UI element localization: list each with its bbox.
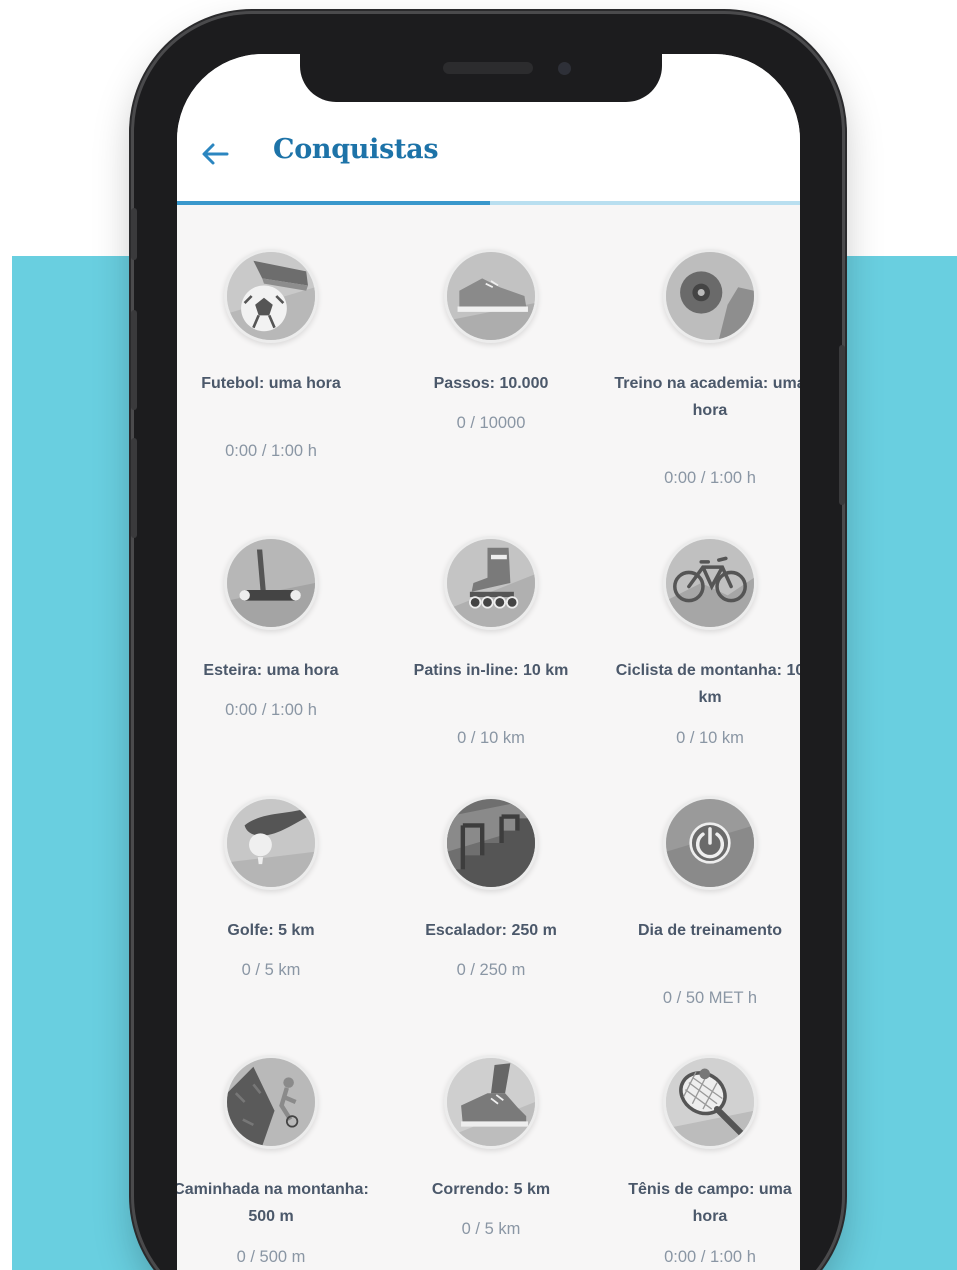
- stairs-icon: [447, 799, 535, 887]
- phone-camera: [558, 62, 571, 75]
- golf-icon: [227, 799, 315, 887]
- achievement-name: Caminhada na montanha: 500 m: [177, 1181, 369, 1225]
- achievement-name: Treino na academia: uma hora: [614, 375, 800, 419]
- badge: [663, 796, 757, 890]
- treadmill-icon: [227, 539, 315, 627]
- gym-weight-icon: [666, 252, 754, 340]
- achievement-name: Golfe: 5 km: [227, 922, 315, 939]
- achievement-progress: 0 / 10000: [456, 414, 526, 432]
- tab-indicator: [177, 201, 490, 205]
- badge: [444, 796, 538, 890]
- badge: [663, 536, 757, 630]
- volume-down-button: [131, 438, 137, 538]
- achievement-name: Passos: 10.000: [433, 375, 549, 392]
- achievement-progress: 0 / 5 km: [241, 961, 301, 979]
- achievement-progress: 0:00 / 1:00 h: [664, 469, 756, 487]
- achievement-progress: 0 / 10 km: [457, 729, 525, 747]
- badge: [663, 1055, 757, 1149]
- achievement-progress: 0:00 / 1:00 h: [664, 1248, 756, 1266]
- back-button[interactable]: [197, 134, 233, 174]
- achievement-name: Tênis de campo: uma hora: [628, 1181, 792, 1225]
- badge: [444, 1055, 538, 1149]
- mute-switch: [131, 208, 137, 260]
- power-button: [839, 345, 845, 505]
- achievement-name: Futebol: uma hora: [201, 375, 341, 392]
- achievement-progress: 0 / 500 m: [236, 1248, 306, 1266]
- inline-skate-icon: [447, 539, 535, 627]
- soccer-icon: [227, 252, 315, 340]
- sneaker-icon: [447, 252, 535, 340]
- achievement-name: Dia de treinamento: [637, 922, 783, 939]
- volume-up-button: [131, 310, 137, 410]
- badge: [224, 1055, 318, 1149]
- achievement-progress: 0 / 50 MET h: [662, 989, 758, 1007]
- badge: [663, 249, 757, 343]
- badge: [224, 796, 318, 890]
- achievement-progress: 0:00 / 1:00 h: [225, 442, 317, 460]
- achievement-progress: 0 / 5 km: [461, 1220, 521, 1238]
- achievement-progress: 0:00 / 1:00 h: [225, 701, 317, 719]
- badge: [224, 249, 318, 343]
- mountain-bike-icon: [666, 539, 754, 627]
- running-shoe-icon: [447, 1058, 535, 1146]
- arrow-left-icon: [202, 143, 229, 165]
- achievement-name: Patins in-line: 10 km: [413, 662, 569, 679]
- badge: [444, 536, 538, 630]
- hiking-icon: [227, 1058, 315, 1146]
- achievement-name: Esteira: uma hora: [203, 662, 339, 679]
- achievement-name: Correndo: 5 km: [431, 1181, 551, 1198]
- achievement-progress: 0 / 10 km: [676, 729, 744, 747]
- page-title: Conquistas: [273, 134, 439, 165]
- achievement-progress: 0 / 250 m: [456, 961, 526, 979]
- tennis-icon: [666, 1058, 754, 1146]
- app-screen: Conquistas Futebol: uma hora 0:00 / 1:00…: [177, 54, 800, 1270]
- power-icon: [666, 799, 754, 887]
- achievement-name: Ciclista de montanha: 10 km: [615, 662, 800, 706]
- badge: [224, 536, 318, 630]
- badge: [444, 249, 538, 343]
- phone-speaker: [443, 62, 533, 74]
- achievement-name: Escalador: 250 m: [425, 922, 557, 939]
